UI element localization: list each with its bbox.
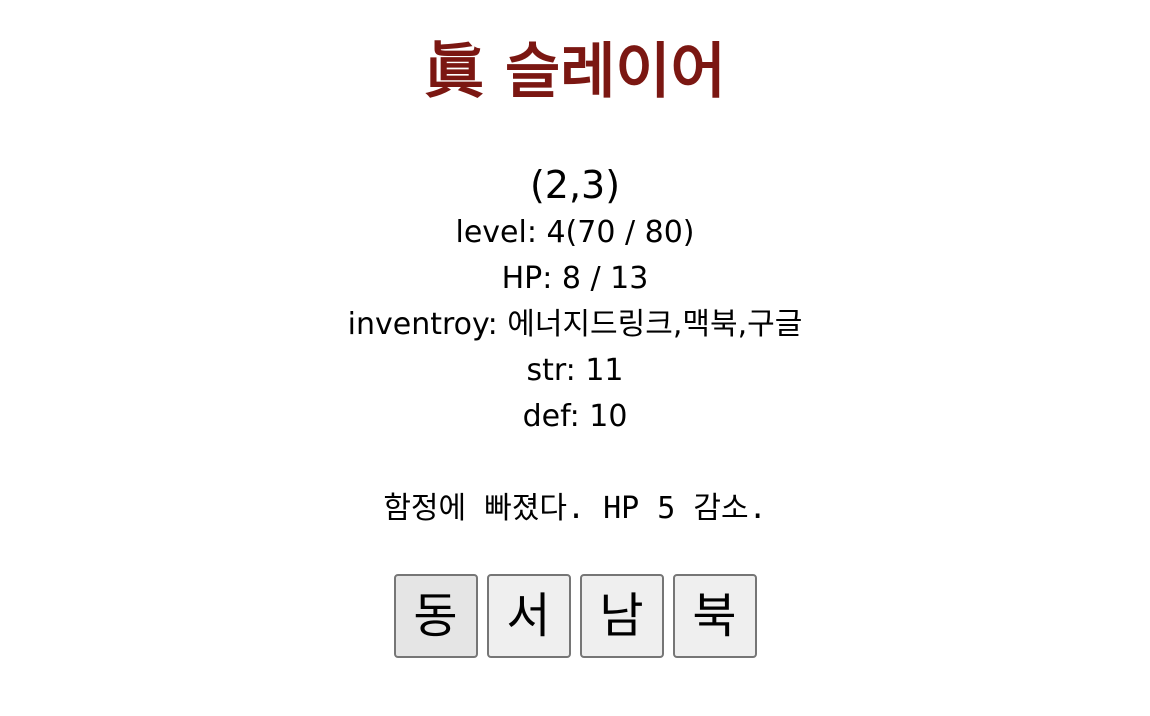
direction-controls: 동 서 남 북 [0,574,1150,658]
player-def: def: 10 [522,399,628,434]
east-button[interactable]: 동 [393,574,478,658]
player-position: (2,3) [529,163,621,207]
south-button[interactable]: 남 [579,574,664,658]
north-button[interactable]: 북 [672,574,757,658]
event-message: 함정에 빠졌다. HP 5 감소. [383,491,767,526]
player-str: str: 11 [526,353,624,388]
game-title: 眞 슬레이어 [424,37,726,107]
west-button[interactable]: 서 [486,574,571,658]
player-inventory: inventroy: 에너지드링크,맥북,구글 [347,307,803,342]
status-panel: (2,3) level: 4(70 / 80) HP: 8 / 13 inven… [0,160,1150,440]
player-hp: HP: 8 / 13 [501,261,649,296]
player-level: level: 4(70 / 80) [455,215,695,250]
